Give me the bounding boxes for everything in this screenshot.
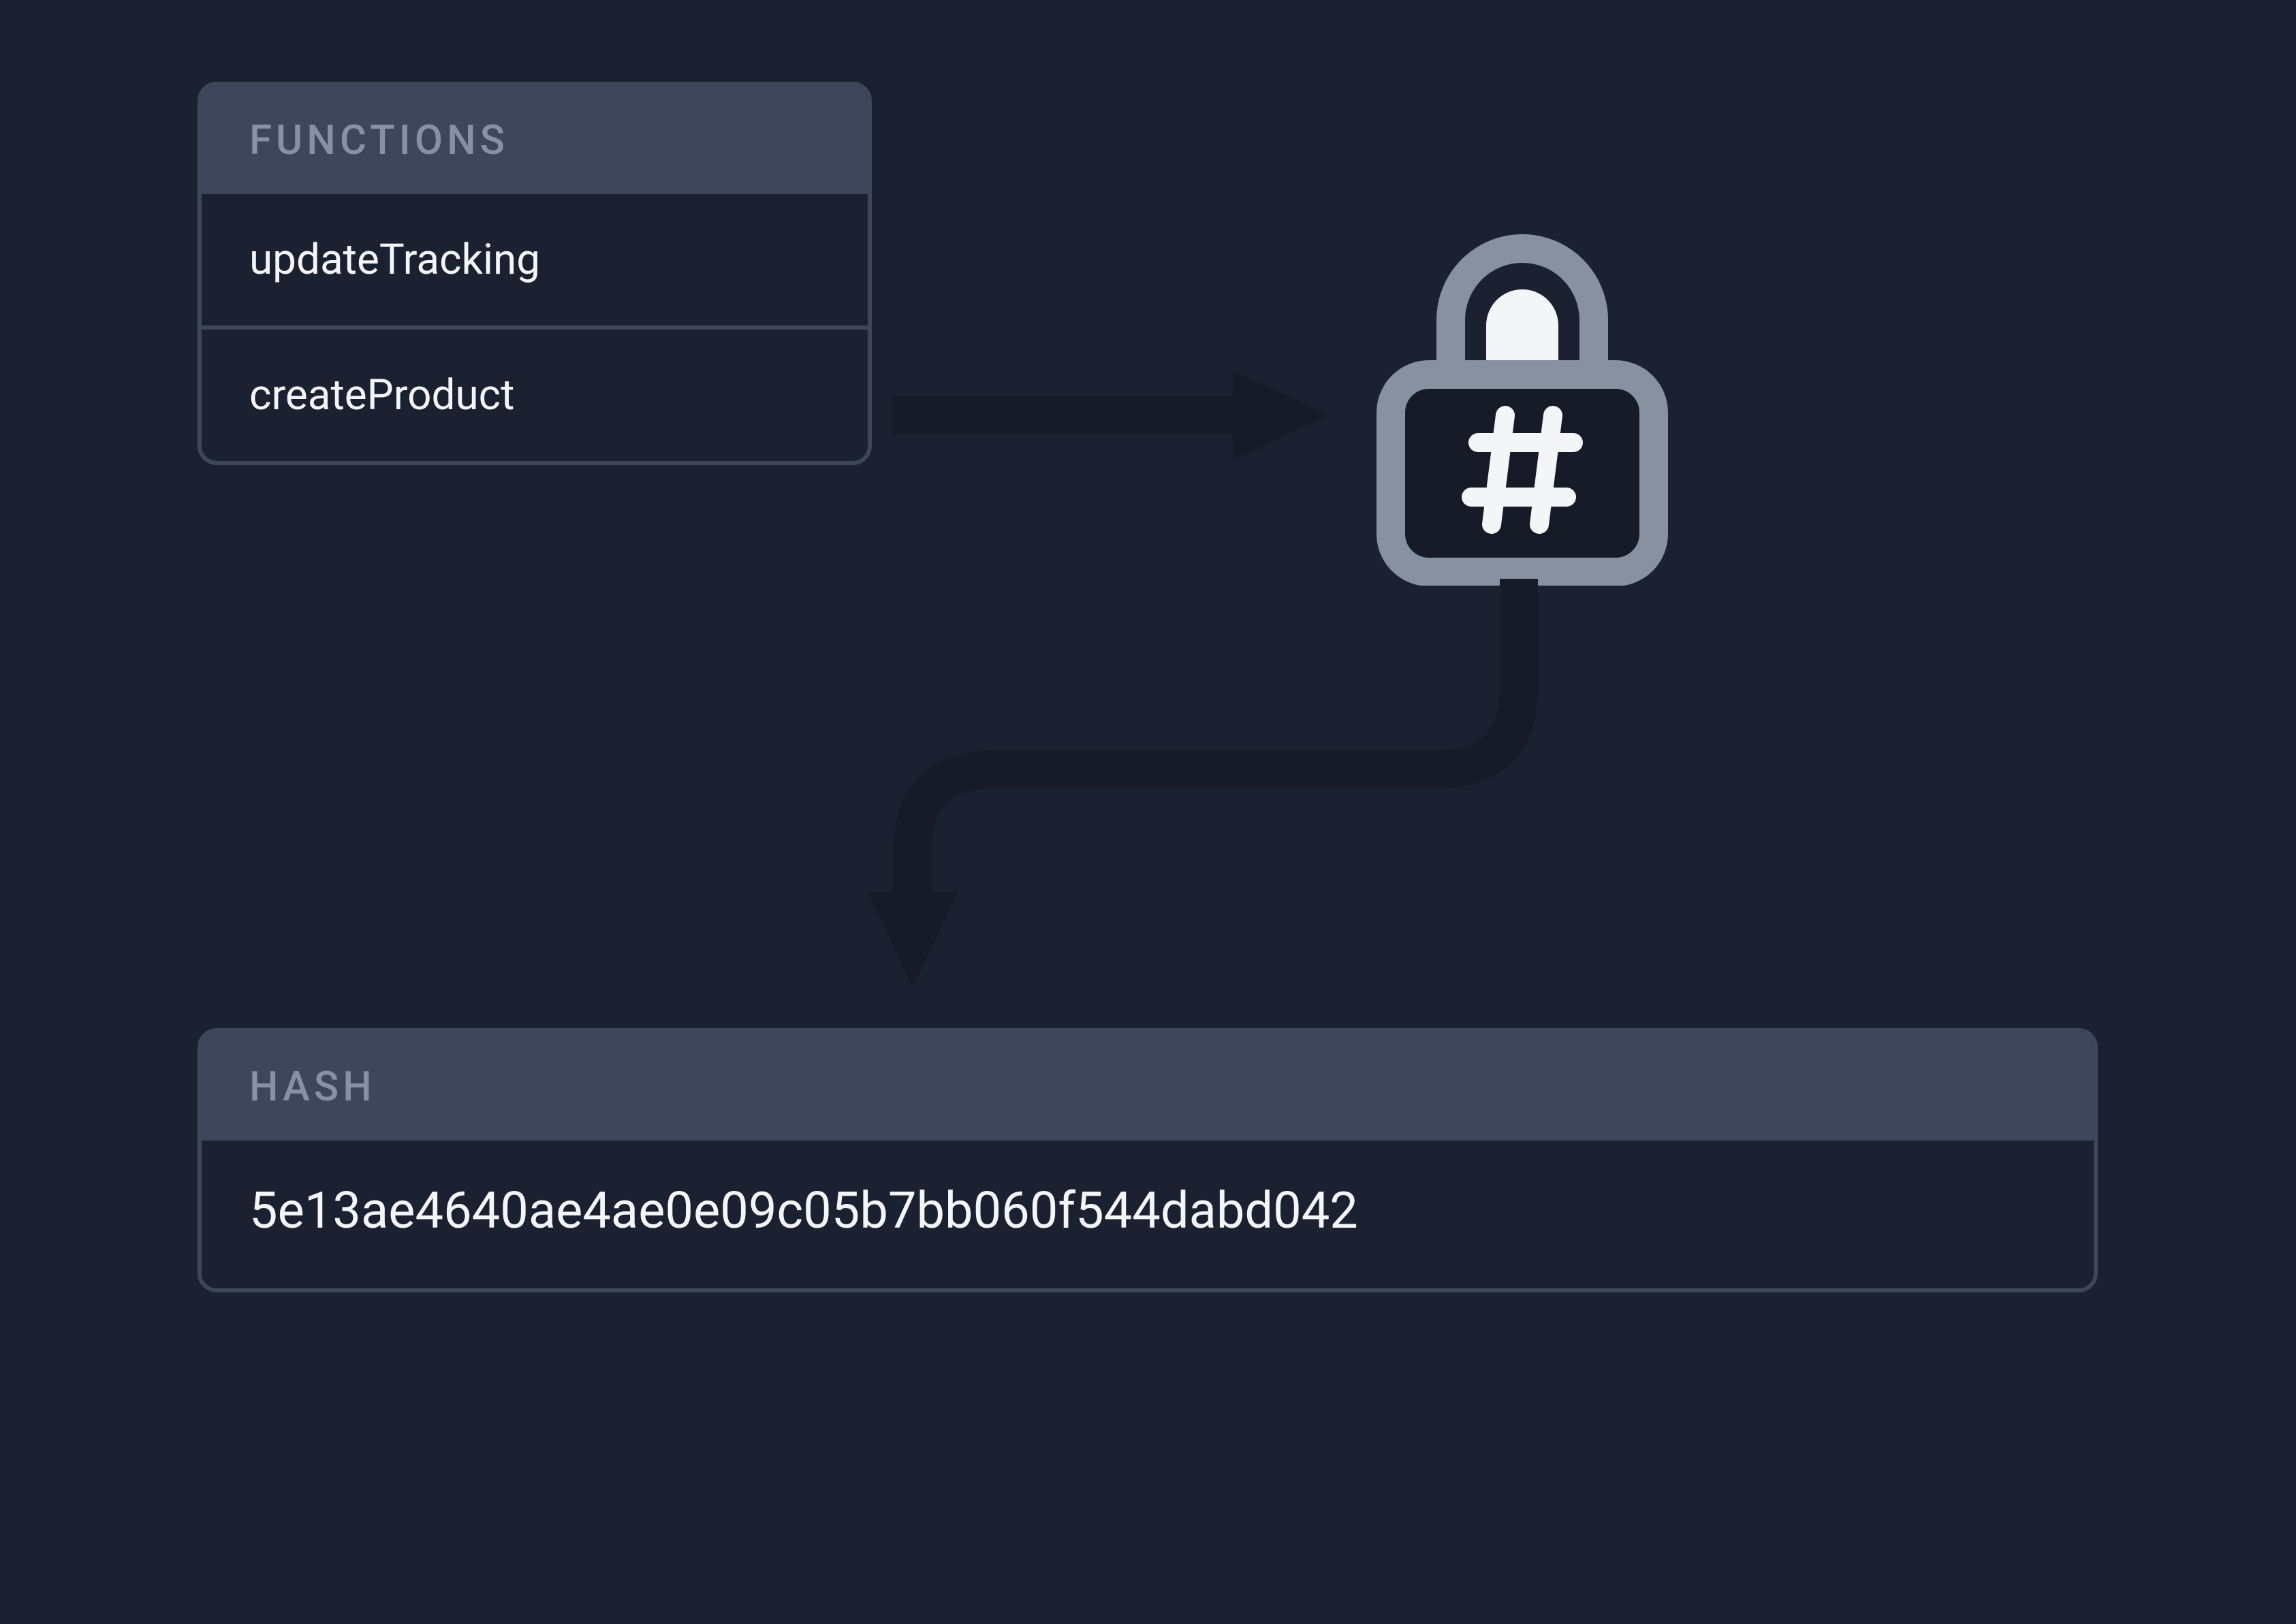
lock-hash-icon — [1369, 204, 1676, 586]
function-row: createProduct — [202, 330, 868, 461]
arrow-functions-to-hash-icon — [892, 361, 1328, 470]
function-row: updateTracking — [202, 194, 868, 330]
hash-panel: HASH 5e13ae4640ae4ae0e09c05b7bb060f544da… — [198, 1028, 2098, 1292]
function-name: updateTracking — [249, 235, 540, 285]
arrow-hash-icon-to-hash-panel — [858, 565, 1573, 987]
hash-value: 5e13ae4640ae4ae0e09c05b7bb060f544dabd042 — [202, 1141, 2094, 1288]
functions-panel: FUNCTIONS updateTracking createProduct — [198, 82, 872, 465]
functions-title: FUNCTIONS — [249, 116, 820, 164]
diagram-canvas: FUNCTIONS updateTracking createProduct — [0, 0, 2296, 1624]
hash-panel-header: HASH — [202, 1032, 2094, 1141]
functions-panel-header: FUNCTIONS — [202, 86, 868, 194]
function-name: createProduct — [249, 370, 514, 420]
hash-title: HASH — [249, 1062, 2046, 1111]
